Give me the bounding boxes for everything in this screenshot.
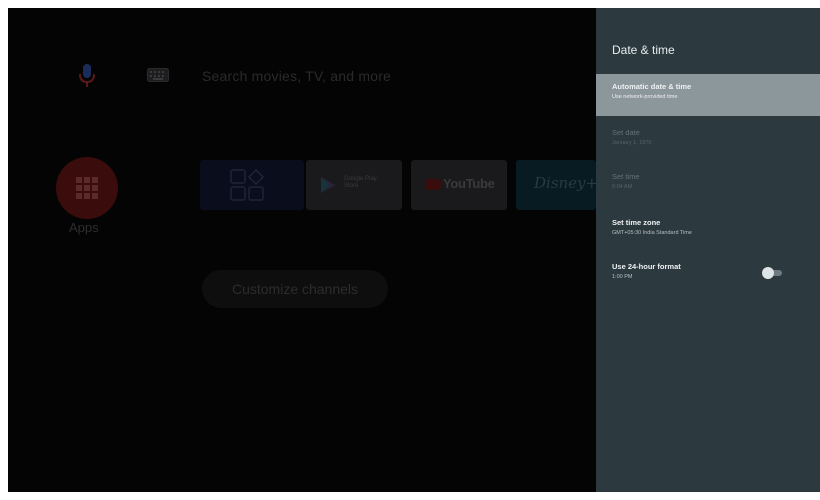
youtube-tile[interactable]: YouTube [411,160,507,210]
menu-item-set-time-zone[interactable]: Set time zone GMT+05:30 India Standard T… [596,210,820,252]
menu-item-title: Set time zone [612,218,661,227]
play-store-icon [321,177,335,193]
menu-item-subtitle: Use network-provided time [612,94,678,100]
google-play-tile[interactable]: Google Play Store [306,160,402,210]
panel-title: Date & time [612,43,675,57]
menu-item-automatic-date-time[interactable]: Automatic date & time Use network-provid… [596,74,820,116]
favorites-icon [230,169,265,201]
favorites-tile[interactable] [200,160,304,210]
customize-channels-button[interactable]: Customize channels [202,270,388,308]
home-screen-dimmed: Search movies, TV, and more Apps Google … [8,8,599,492]
menu-item-subtitle: GMT+05:30 India Standard Time [612,230,692,236]
toggle-knob [762,267,774,279]
apps-button[interactable] [56,157,118,219]
menu-item-set-time: Set time 6:04 AM [596,164,820,206]
menu-item-title: Set time [612,172,640,181]
google-play-label: Google Play Store [344,176,377,189]
menu-item-title: Use 24-hour format [612,262,681,271]
tv-screen: Search movies, TV, and more Apps Google … [8,8,820,492]
toggle-switch-icon[interactable] [762,267,784,279]
menu-item-subtitle: January 1, 1970 [612,140,652,146]
apps-grid-icon [76,177,98,199]
menu-item-title: Automatic date & time [612,82,692,91]
menu-item-subtitle: 6:04 AM [612,184,633,190]
youtube-label: YouTube [443,176,495,191]
menu-item-title: Set date [612,128,640,137]
menu-item-set-date: Set date January 1, 1970 [596,120,820,162]
apps-label: Apps [69,220,99,235]
menu-item-use-24-hour-format[interactable]: Use 24-hour format 1:00 PM [596,254,820,296]
keyboard-icon[interactable] [147,68,169,82]
disney-plus-tile[interactable]: Disney+ [516,160,599,210]
customize-channels-label: Customize channels [231,281,359,297]
microphone-icon[interactable] [76,63,98,89]
disney-plus-label: Disney+ [534,174,599,192]
youtube-logo-icon [425,179,441,190]
date-time-settings-panel: Date & time Automatic date & time Use ne… [596,8,820,492]
menu-item-subtitle: 1:00 PM [612,274,633,280]
search-placeholder[interactable]: Search movies, TV, and more [202,68,391,84]
